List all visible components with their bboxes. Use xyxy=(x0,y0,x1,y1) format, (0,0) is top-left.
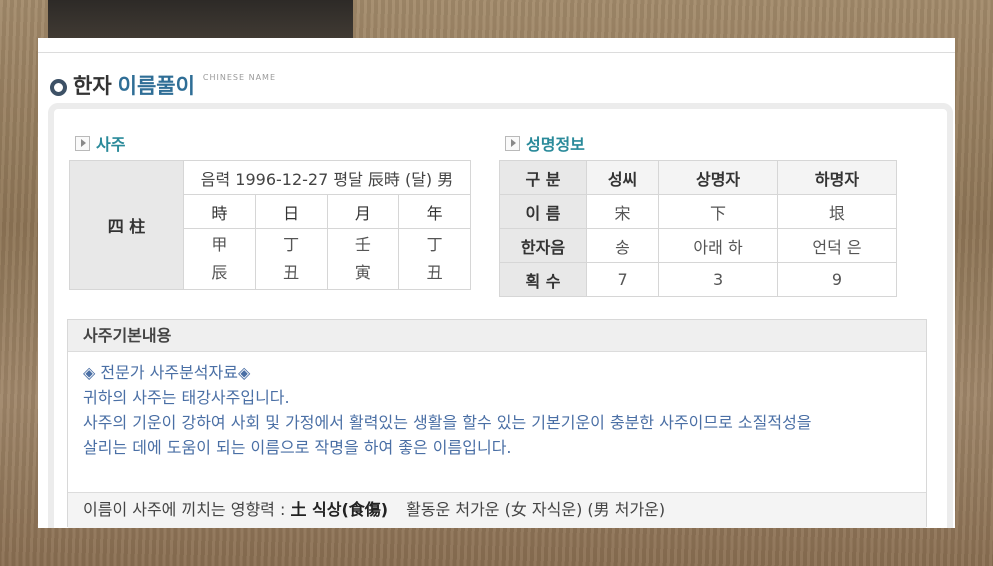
row-label: 이 름 xyxy=(499,194,587,229)
influence-detail: 활동운 처가운 (女 자식운) (男 처가운) xyxy=(406,500,666,519)
circle-bullet-icon xyxy=(50,79,67,96)
heavenly-stem: 丁 xyxy=(283,235,300,254)
saju-basic-heading: 사주기본내용 xyxy=(68,320,926,352)
row-label: 획 수 xyxy=(499,262,587,297)
analysis-line: ◈ 전문가 사주분석자료◈ xyxy=(83,363,251,382)
analysis-line: 사주의 기운이 강하여 사회 및 가정에서 활력있는 생활을 할수 있는 기본기… xyxy=(83,413,812,432)
table-row: 구 분 성씨 상명자 하명자 xyxy=(499,160,897,195)
heavenly-stem: 甲 xyxy=(211,235,228,254)
play-arrow-icon xyxy=(75,135,90,151)
earthly-branch: 辰 xyxy=(211,263,228,282)
saju-col-month: 月 xyxy=(326,194,400,229)
earthly-branch: 丑 xyxy=(283,263,300,282)
saju-col-day: 日 xyxy=(254,194,328,229)
saju-date: 음력 1996-12-27 평달 辰時 (달) 男 xyxy=(183,160,471,195)
name-col-header: 상명자 xyxy=(658,160,779,195)
saju-heading: 사주 xyxy=(75,131,125,155)
earthly-branch: 丑 xyxy=(426,263,443,282)
table-row: 한자음 송 아래 하 언덕 은 xyxy=(499,228,897,263)
pillar-month: 壬 寅 xyxy=(326,228,400,290)
row-label: 한자음 xyxy=(499,228,587,263)
table-cell: 송 xyxy=(585,228,660,263)
table-cell: 3 xyxy=(658,262,779,297)
page-title: 한자 이름풀이 CHINESE NAME xyxy=(50,70,276,100)
pillar-year: 丁 丑 xyxy=(398,228,471,290)
name-info-heading: 성명정보 xyxy=(505,131,585,155)
page-title-sub: CHINESE NAME xyxy=(202,73,277,82)
table-cell: 垠 xyxy=(777,194,897,229)
table-cell: 7 xyxy=(585,262,660,297)
name-col-header: 하명자 xyxy=(777,160,897,195)
top-divider xyxy=(38,52,955,53)
table-cell: 아래 하 xyxy=(658,228,779,263)
pillar-day: 丁 丑 xyxy=(254,228,328,290)
saju-col-year: 年 xyxy=(398,194,471,229)
page-title-main: 한자 xyxy=(73,74,112,98)
saju-basic-box: 사주기본내용 ◈ 전문가 사주분석자료◈ 귀하의 사주는 태강사주입니다. 사주… xyxy=(67,319,927,528)
saju-basic-body: ◈ 전문가 사주분석자료◈ 귀하의 사주는 태강사주입니다. 사주의 기운이 강… xyxy=(68,352,926,460)
name-col-header: 구 분 xyxy=(499,160,587,195)
table-cell: 언덕 은 xyxy=(777,228,897,263)
table-cell: 下 xyxy=(658,194,779,229)
pillar-hour: 甲 辰 xyxy=(183,228,256,290)
influence-element: 土 식상(食傷) xyxy=(290,500,389,519)
analysis-line: 살리는 데에 도움이 되는 이름으로 작명을 하여 좋은 이름입니다. xyxy=(83,438,512,457)
table-cell: 9 xyxy=(777,262,897,297)
heavenly-stem: 壬 xyxy=(354,235,371,254)
saju-col-hour: 時 xyxy=(183,194,256,229)
table-row: 四 柱 음력 1996-12-27 평달 辰時 (달) 男 xyxy=(69,160,471,290)
table-cell: 宋 xyxy=(585,194,660,229)
table-row: 획 수 7 3 9 xyxy=(499,262,897,297)
name-info-heading-label: 성명정보 xyxy=(526,135,585,154)
saju-label: 四 柱 xyxy=(69,160,184,290)
name-col-header: 성씨 xyxy=(585,160,660,195)
table-row: 이 름 宋 下 垠 xyxy=(499,194,897,229)
saju-heading-label: 사주 xyxy=(96,135,126,154)
earthly-branch: 寅 xyxy=(354,263,371,282)
content-sheet: 한자 이름풀이 CHINESE NAME 사주 성명정보 四 柱 음력 1996… xyxy=(38,38,955,528)
influence-footer: 이름이 사주에 끼치는 영향력 : 土 식상(食傷) 활동운 처가운 (女 자식운… xyxy=(68,492,926,528)
influence-label: 이름이 사주에 끼치는 영향력 : xyxy=(83,500,291,519)
background-object xyxy=(48,0,353,38)
saju-table: 四 柱 음력 1996-12-27 평달 辰時 (달) 男 時 日 月 年 甲 … xyxy=(69,160,471,290)
play-arrow-icon xyxy=(505,135,520,151)
heavenly-stem: 丁 xyxy=(426,235,443,254)
analysis-line: 귀하의 사주는 태강사주입니다. xyxy=(83,388,290,407)
page-title-accent: 이름풀이 xyxy=(117,74,195,98)
name-info-table: 구 분 성씨 상명자 하명자 이 름 宋 下 垠 한자음 송 아래 하 언덕 은… xyxy=(499,160,897,297)
